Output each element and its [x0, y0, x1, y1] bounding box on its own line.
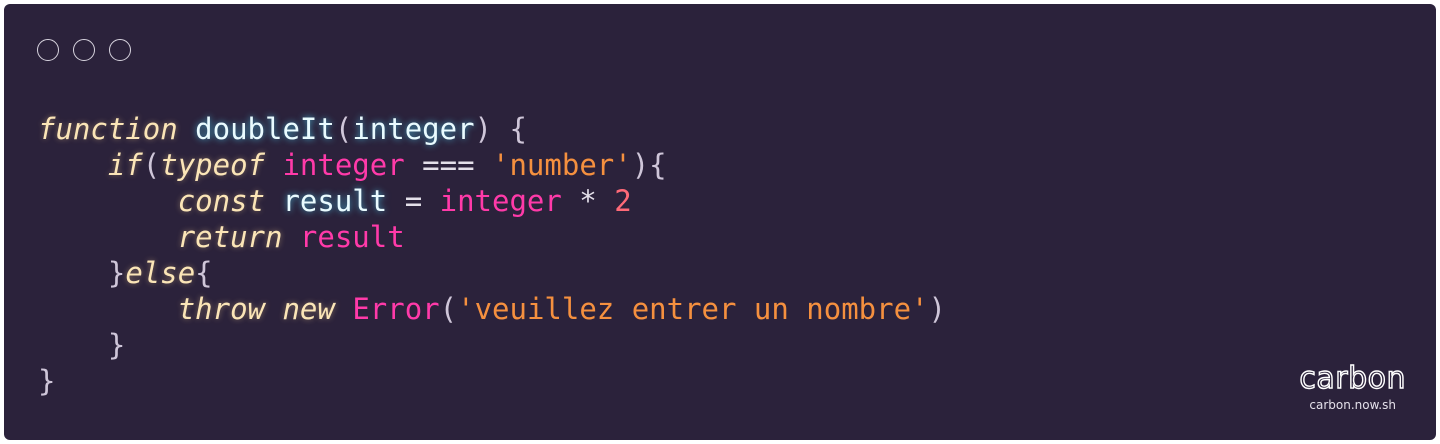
code-token: }: [38, 364, 56, 398]
code-token: (: [334, 112, 353, 146]
code-token: doubleIt: [195, 112, 335, 146]
code-token: return: [177, 220, 283, 254]
code-token: integer: [352, 112, 475, 146]
window-controls: [37, 39, 131, 61]
code-token: ){: [631, 148, 667, 182]
code-token: const: [177, 184, 265, 218]
code-token: }: [107, 256, 126, 290]
code-token: if: [107, 148, 143, 182]
code-token: *: [561, 184, 615, 218]
carbon-watermark: carbon carbon.now.sh: [1299, 361, 1407, 413]
code-token: 'number': [492, 148, 632, 182]
code-token: new: [282, 292, 335, 326]
code-token: 2: [614, 184, 632, 218]
carbon-url: carbon.now.sh: [1309, 398, 1396, 412]
code-token: {: [195, 256, 213, 290]
code-line: return result: [38, 219, 946, 255]
code-token: }: [107, 328, 126, 362]
code-line: if(typeof integer === 'number'){: [38, 147, 946, 183]
code-line: }else{: [38, 255, 946, 291]
code-token: 'veuillez entrer un nombre': [457, 292, 929, 326]
code-token: throw: [177, 292, 265, 326]
close-control[interactable]: [37, 39, 59, 61]
code-line: throw new Error('veuillez entrer un nomb…: [38, 291, 946, 327]
code-window: function doubleIt(integer) { if(typeof i…: [4, 4, 1436, 440]
carbon-logo: carbon: [1299, 361, 1407, 396]
code-token: =: [387, 184, 440, 218]
code-token: result: [282, 184, 388, 218]
code-line: function doubleIt(integer) {: [38, 111, 946, 147]
code-line: const result = integer * 2: [38, 183, 946, 219]
code-block: function doubleIt(integer) { if(typeof i…: [38, 111, 946, 399]
code-line: }: [38, 327, 946, 363]
code-token: ) {: [474, 112, 527, 146]
minimize-control[interactable]: [73, 39, 95, 61]
code-token: integer: [439, 184, 562, 218]
code-token: integer: [282, 148, 405, 182]
code-token: typeof: [160, 148, 265, 182]
code-token: (: [439, 292, 458, 326]
code-token: result: [299, 220, 405, 254]
code-token: else: [125, 256, 196, 290]
code-token: ): [928, 292, 946, 326]
maximize-control[interactable]: [109, 39, 131, 61]
code-line: }: [38, 363, 946, 399]
code-token: Error: [352, 292, 440, 326]
code-token: (: [142, 148, 161, 182]
code-token: function: [38, 112, 178, 146]
code-token: ===: [422, 148, 475, 182]
